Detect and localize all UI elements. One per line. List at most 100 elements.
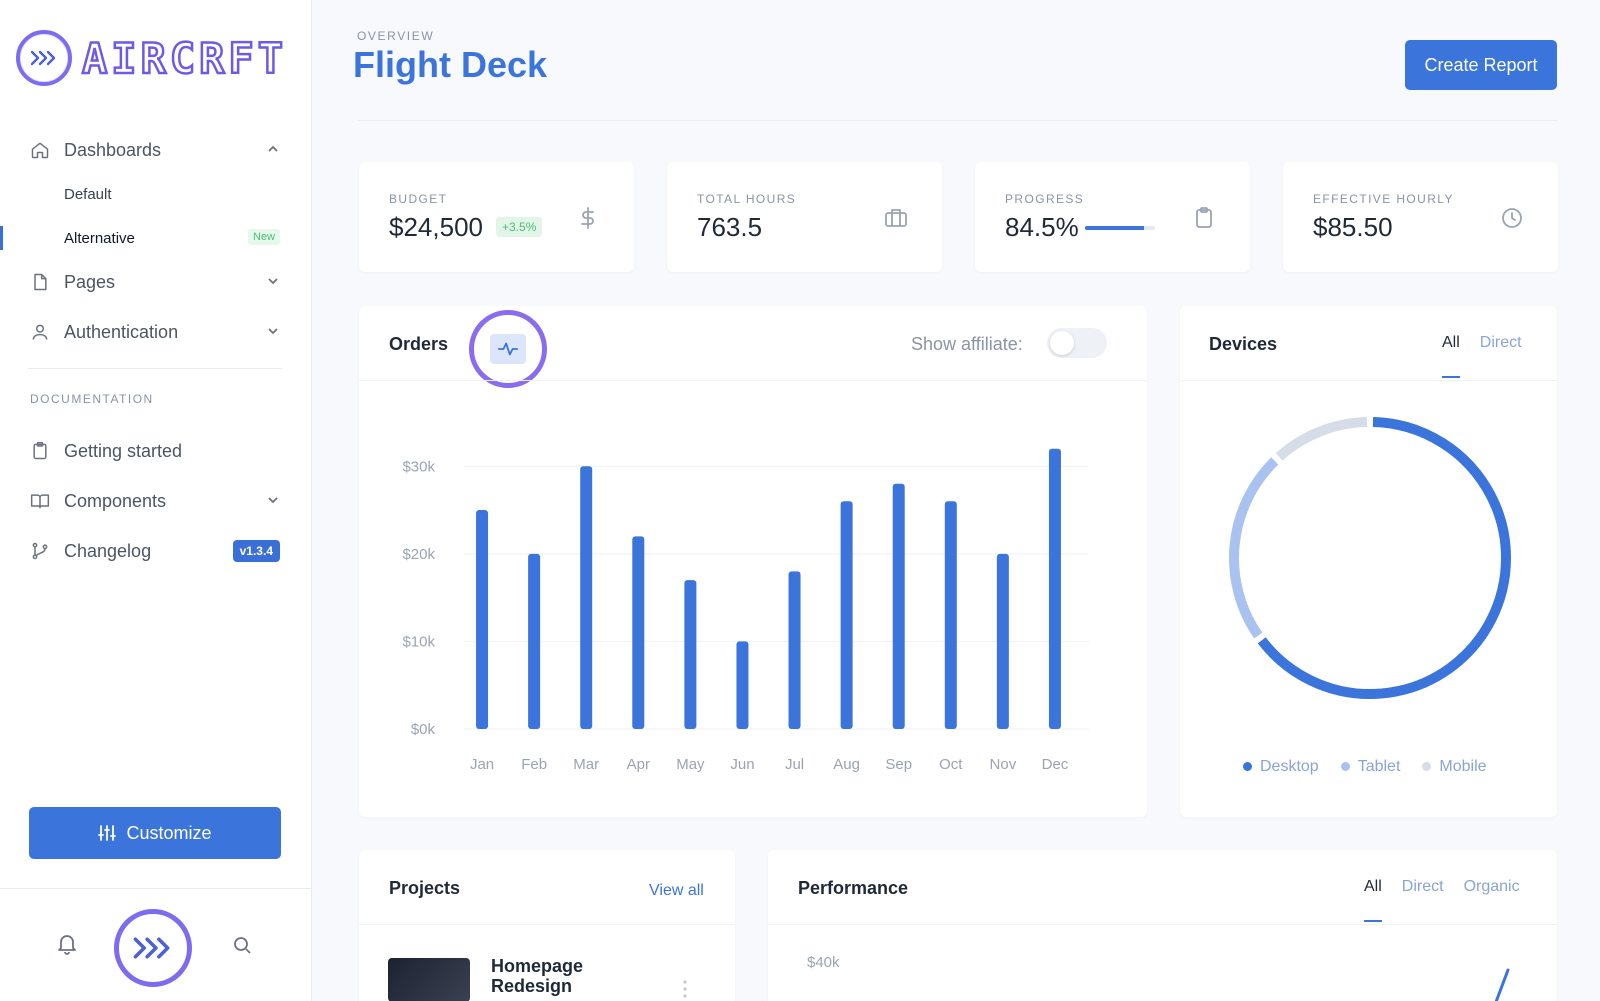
y-tick-label: $0k bbox=[411, 721, 436, 738]
stat-label: EFFECTIVE HOURLY bbox=[1313, 192, 1454, 206]
bar-oct[interactable] bbox=[944, 501, 957, 729]
more-icon[interactable] bbox=[683, 980, 687, 998]
x-tick-label: Apr bbox=[627, 756, 650, 773]
project-name[interactable]: Homepage Redesign bbox=[491, 956, 641, 996]
clipboard-icon bbox=[30, 441, 50, 461]
brand-logo[interactable]: AIRCRFT bbox=[16, 30, 287, 86]
bar-jan[interactable] bbox=[476, 510, 489, 729]
x-tick-label: Jan bbox=[470, 756, 494, 773]
stat-card-budget: BUDGET $24,500 +3.5% bbox=[359, 162, 634, 272]
new-badge: New bbox=[247, 229, 280, 245]
chevron-down-icon bbox=[268, 497, 278, 504]
y-tick-label: $40k bbox=[807, 954, 840, 971]
bar-apr[interactable] bbox=[632, 536, 645, 729]
card-divider bbox=[1180, 380, 1557, 381]
card-title: Projects bbox=[389, 878, 461, 898]
progress-bar bbox=[1085, 226, 1155, 230]
bar-sep[interactable] bbox=[892, 483, 905, 729]
logo-icon bbox=[16, 30, 72, 86]
x-tick-label: Mar bbox=[573, 756, 599, 773]
stat-value: $85.50 bbox=[1313, 212, 1393, 242]
activity-icon bbox=[490, 334, 526, 364]
bar-feb[interactable] bbox=[528, 553, 541, 729]
sidebar: AIRCRFT Dashboards Default Alternative N… bbox=[0, 0, 312, 1001]
card-divider bbox=[768, 924, 1557, 925]
slice-mobile[interactable] bbox=[1275, 417, 1368, 461]
create-report-button[interactable]: Create Report bbox=[1405, 40, 1557, 90]
sidebar-item-label: Changelog bbox=[64, 540, 152, 561]
legend-desktop: Desktop bbox=[1243, 758, 1319, 776]
book-icon bbox=[30, 491, 50, 511]
devices-card: Devices All Direct Desktop Tablet Mobile bbox=[1180, 306, 1557, 817]
sidebar-item-label: Pages bbox=[64, 271, 116, 292]
git-branch-icon bbox=[30, 541, 50, 561]
activity-button[interactable] bbox=[469, 310, 547, 388]
bell-icon[interactable] bbox=[57, 933, 77, 955]
sidebar-item-label: Authentication bbox=[64, 321, 179, 342]
bar-dec[interactable] bbox=[1048, 448, 1061, 729]
performance-card: Performance All Direct Organic $40k bbox=[768, 850, 1557, 1001]
bar-nov[interactable] bbox=[996, 553, 1009, 729]
bar-jul[interactable] bbox=[788, 571, 801, 729]
bar-jun[interactable] bbox=[736, 641, 749, 729]
chevron-down-icon bbox=[268, 278, 278, 285]
customize-button[interactable]: Customize bbox=[29, 807, 281, 859]
legend-label: Tablet bbox=[1357, 758, 1401, 775]
sidebar-footer bbox=[0, 888, 311, 1001]
bar-mar[interactable] bbox=[580, 466, 593, 729]
stat-card-total-hours: TOTAL HOURS 763.5 bbox=[667, 162, 942, 272]
tab-all[interactable]: All bbox=[1364, 878, 1382, 922]
bar-may[interactable] bbox=[684, 580, 697, 729]
stat-card-progress: PROGRESS 84.5% bbox=[975, 162, 1250, 272]
sidebar-subitem-label: Default bbox=[64, 185, 112, 203]
card-title: Devices bbox=[1209, 334, 1278, 354]
legend-label: Mobile bbox=[1439, 758, 1487, 775]
sidebar-subitem-default[interactable]: Default bbox=[0, 172, 312, 216]
affiliate-toggle[interactable] bbox=[1047, 328, 1107, 358]
version-badge: v1.3.4 bbox=[232, 540, 280, 562]
x-tick-label: Sep bbox=[885, 756, 912, 773]
stat-label: PROGRESS bbox=[1005, 192, 1085, 206]
tab-direct[interactable]: Direct bbox=[1480, 334, 1522, 352]
sidebar-item-changelog[interactable]: Changelog v1.3.4 bbox=[0, 529, 312, 573]
x-tick-label: Aug bbox=[833, 756, 860, 773]
slice-desktop[interactable] bbox=[1257, 417, 1511, 699]
tab-direct[interactable]: Direct bbox=[1402, 878, 1444, 896]
file-icon bbox=[30, 272, 50, 292]
tab-organic[interactable]: Organic bbox=[1464, 878, 1520, 896]
search-icon[interactable] bbox=[232, 935, 252, 955]
sliders-icon bbox=[98, 825, 117, 841]
tab-all[interactable]: All bbox=[1442, 334, 1460, 378]
sidebar-subitem-alternative[interactable]: Alternative New bbox=[0, 216, 312, 260]
avatar[interactable] bbox=[114, 909, 192, 987]
card-title: Performance bbox=[798, 878, 909, 898]
dollar-icon bbox=[576, 206, 600, 230]
sidebar-item-pages[interactable]: Pages bbox=[0, 260, 312, 304]
x-tick-label: Nov bbox=[990, 756, 1017, 773]
toggle-knob bbox=[1050, 331, 1074, 355]
chevron-down-icon bbox=[268, 328, 278, 335]
sidebar-item-dashboards[interactable]: Dashboards bbox=[0, 128, 312, 172]
devices-donut-chart bbox=[1229, 417, 1511, 699]
bar-aug[interactable] bbox=[840, 501, 853, 729]
y-tick-label: $10k bbox=[402, 633, 435, 650]
sidebar-item-authentication[interactable]: Authentication bbox=[0, 310, 312, 354]
performance-line-partial bbox=[1494, 968, 1510, 1001]
x-tick-label: Jun bbox=[730, 756, 754, 773]
orders-card: Orders Show affiliate: $0k $10k $20k $30k Ja… bbox=[359, 306, 1147, 817]
sidebar-item-label: Components bbox=[64, 490, 167, 511]
logo-text: AIRCRFT bbox=[81, 32, 288, 84]
affiliate-label: Show affiliate: bbox=[911, 334, 1023, 354]
chevron-up-icon bbox=[268, 145, 278, 152]
briefcase-icon bbox=[884, 206, 908, 230]
sidebar-item-label: Dashboards bbox=[64, 139, 162, 160]
home-icon bbox=[30, 140, 50, 160]
clock-icon bbox=[1500, 206, 1524, 230]
slice-tablet[interactable] bbox=[1229, 457, 1279, 639]
sidebar-item-getting-started[interactable]: Getting started bbox=[0, 429, 312, 473]
view-all-link[interactable]: View all bbox=[649, 882, 704, 900]
sidebar-item-label: Getting started bbox=[64, 440, 183, 461]
sidebar-item-components[interactable]: Components bbox=[0, 479, 312, 523]
performance-tabs: All Direct Organic bbox=[1364, 878, 1520, 922]
section-label-documentation: DOCUMENTATION bbox=[30, 392, 154, 406]
